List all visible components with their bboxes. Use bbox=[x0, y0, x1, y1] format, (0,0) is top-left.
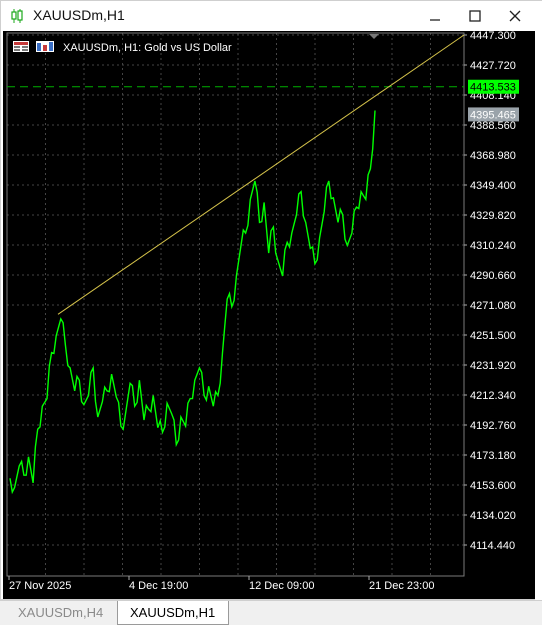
maximize-icon bbox=[469, 10, 481, 22]
price-tick-label: 4192.760 bbox=[470, 420, 516, 432]
price-tick-label: 4134.020 bbox=[470, 510, 516, 522]
tab-xauusdm-h1[interactable]: XAUUSDm,H1 bbox=[117, 601, 229, 625]
title-bar[interactable]: XAUUSDm,H1 bbox=[1, 1, 542, 31]
plot-frame bbox=[6, 32, 465, 577]
close-icon bbox=[509, 10, 521, 22]
time-tick-label: 21 Dec 23:00 bbox=[369, 580, 434, 592]
maximize-button[interactable] bbox=[455, 1, 495, 31]
chart-grid bbox=[7, 33, 464, 576]
price-chart[interactable]: 4447.3004427.7204408.1404388.5604368.980… bbox=[3, 30, 535, 599]
tab-label: XAUUSDm,H1 bbox=[130, 605, 216, 620]
tab-label: XAUUSDm,H4 bbox=[18, 605, 104, 620]
minimize-button[interactable] bbox=[415, 1, 455, 31]
price-tick-label: 4173.180 bbox=[470, 450, 516, 462]
price-tick-label: 4310.240 bbox=[470, 240, 516, 252]
window-right-edge bbox=[535, 31, 542, 601]
time-axis: 27 Nov 2025 4 Dec 19:00 12 Dec 09:00 21 Dec… bbox=[8, 576, 434, 592]
time-tick-label: 27 Nov 2025 bbox=[9, 580, 71, 592]
tab-xauusdm-h4[interactable]: XAUUSDm,H4 bbox=[6, 601, 116, 625]
chart-tabs: XAUUSDm,H4 XAUUSDm,H1 bbox=[0, 600, 542, 625]
price-tick-label: 4251.500 bbox=[470, 330, 516, 342]
price-tick-label: 4427.720 bbox=[470, 60, 516, 72]
chart-header: XAUUSDm, H1: Gold vs US Dollar bbox=[13, 41, 232, 54]
chart-header-text: XAUUSDm, H1: Gold vs US Dollar bbox=[63, 42, 232, 54]
price-tick-label: 4447.300 bbox=[470, 31, 516, 42]
price-tick-label: 4388.560 bbox=[470, 120, 516, 132]
time-tick-label: 4 Dec 19:00 bbox=[129, 580, 188, 592]
price-tick-label: 4153.600 bbox=[470, 480, 516, 492]
alert-price-label: 4413.533 bbox=[468, 79, 519, 94]
window-title: XAUUSDm,H1 bbox=[33, 7, 125, 23]
minimize-icon bbox=[430, 19, 440, 21]
trendline[interactable] bbox=[57, 34, 465, 315]
price-tick-label: 4368.980 bbox=[470, 150, 516, 162]
chart-type-icon[interactable] bbox=[36, 41, 54, 52]
price-tick-label: 4231.920 bbox=[470, 360, 516, 372]
price-tick-label: 4349.400 bbox=[470, 180, 516, 192]
chart-canvas[interactable]: 4447.300 4427.720 4408.140 4388.560 4368.980… bbox=[3, 30, 535, 599]
price-tick-label: 4212.340 bbox=[470, 390, 516, 402]
close-button[interactable] bbox=[495, 1, 535, 31]
time-tick-label: 12 Dec 09:00 bbox=[249, 580, 314, 592]
current-price-text: 4395.465 bbox=[470, 109, 516, 121]
data-window-icon[interactable] bbox=[13, 41, 29, 52]
chart-window: XAUUSDm,H1 4447.300 4427.720 4408.140 4388.… bbox=[0, 0, 542, 601]
price-series-line bbox=[9, 110, 376, 495]
chart-shift-marker[interactable] bbox=[369, 34, 379, 39]
candlestick-icon bbox=[11, 9, 23, 23]
current-price-label: 4395.465 bbox=[468, 107, 519, 122]
price-tick-label: 4114.440 bbox=[470, 540, 515, 552]
alert-price-text: 4413.533 bbox=[470, 82, 516, 94]
price-tick-label: 4271.080 bbox=[470, 300, 516, 312]
price-tick-label: 4329.820 bbox=[470, 210, 516, 222]
price-tick-label: 4290.660 bbox=[470, 270, 516, 282]
